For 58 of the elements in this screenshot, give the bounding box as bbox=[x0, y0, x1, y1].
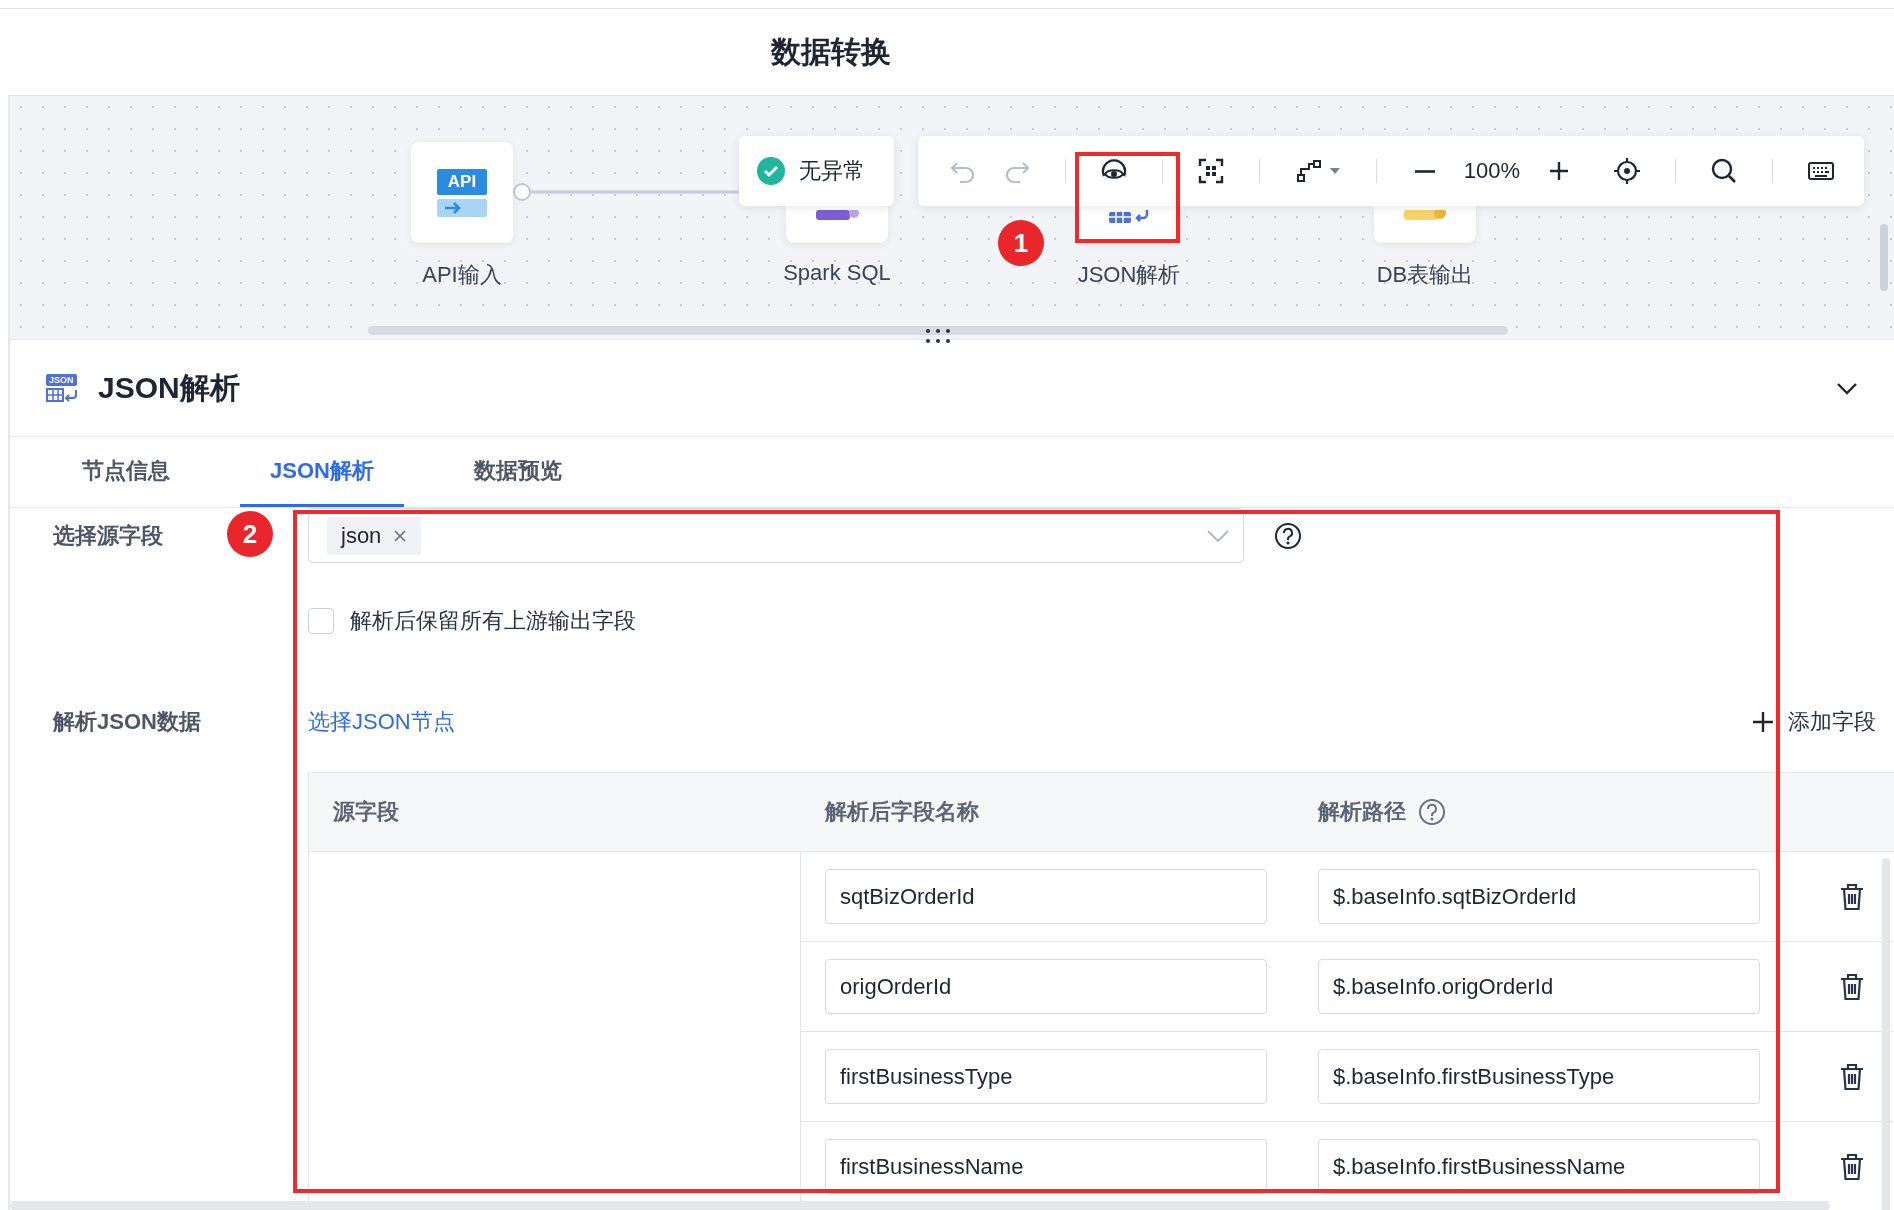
resize-handle-icon[interactable] bbox=[925, 328, 951, 344]
node-label: Spark SQL bbox=[782, 260, 892, 286]
column-header: 解析后字段名称 bbox=[825, 798, 979, 826]
zoom-level: 100% bbox=[1462, 158, 1522, 184]
node-icon bbox=[1402, 210, 1448, 222]
trash-icon bbox=[1839, 1152, 1865, 1181]
path-input[interactable]: $.baseInfo.origOrderId bbox=[1318, 959, 1760, 1014]
flow-node[interactable] bbox=[1374, 206, 1476, 243]
field-label: 选择源字段 bbox=[53, 522, 163, 548]
flow-node[interactable]: API bbox=[411, 142, 513, 243]
horizontal-scrollbar[interactable] bbox=[10, 1201, 1830, 1210]
connector-icon bbox=[1295, 157, 1323, 185]
field-name-input[interactable]: sqtBizOrderId bbox=[825, 869, 1267, 924]
node-label: API输入 bbox=[421, 261, 503, 289]
vertical-scrollbar[interactable] bbox=[1882, 858, 1890, 1210]
field-label: 解析JSON数据 bbox=[53, 709, 201, 734]
vertical-scrollbar[interactable] bbox=[1880, 224, 1888, 291]
trash-icon bbox=[1839, 972, 1865, 1001]
path-input[interactable]: $.baseInfo.firstBusinessName bbox=[1318, 1139, 1760, 1194]
target-icon bbox=[1613, 157, 1641, 185]
column-header: 解析路径 bbox=[1318, 798, 1406, 826]
node-label: DB表输出 bbox=[1375, 261, 1475, 289]
add-field-button[interactable]: 添加字段 bbox=[1752, 707, 1876, 737]
node-label: JSON解析 bbox=[1076, 261, 1182, 289]
tab[interactable]: 数据预览 bbox=[443, 437, 592, 507]
field-name-input[interactable]: firstBusinessName bbox=[825, 1139, 1267, 1194]
fit-screen-icon bbox=[1197, 157, 1225, 185]
panel-title: JSON解析 bbox=[98, 369, 240, 406]
tab[interactable]: 节点信息 bbox=[52, 437, 200, 507]
horizontal-scrollbar[interactable] bbox=[368, 326, 1508, 335]
select-node-link[interactable]: 选择JSON节点 bbox=[308, 707, 455, 737]
plus-icon bbox=[1547, 159, 1571, 183]
checkbox-label: 解析后保留所有上游输出字段 bbox=[350, 607, 636, 635]
close-icon[interactable] bbox=[393, 528, 408, 543]
status-text: 无异常 bbox=[799, 157, 865, 185]
trash-icon bbox=[1839, 1062, 1865, 1091]
flow-node[interactable] bbox=[786, 206, 888, 243]
search-icon bbox=[1710, 157, 1738, 185]
tab[interactable]: JSON解析 bbox=[240, 437, 404, 507]
plus-icon bbox=[1752, 711, 1774, 733]
page-title: 数据转换 bbox=[771, 33, 891, 70]
column-header: 源字段 bbox=[333, 798, 399, 826]
caret-icon bbox=[1329, 167, 1341, 175]
chevron-icon bbox=[1207, 529, 1229, 543]
source-field-select[interactable]: json bbox=[308, 508, 1244, 563]
help-icon[interactable] bbox=[1274, 521, 1302, 550]
keyboard-icon bbox=[1807, 160, 1835, 182]
node-icon bbox=[814, 210, 860, 222]
checkbox[interactable] bbox=[308, 608, 334, 634]
path-input[interactable]: $.baseInfo.sqtBizOrderId bbox=[1318, 869, 1760, 924]
selected-tag: json bbox=[327, 516, 422, 555]
field-name-input[interactable]: firstBusinessType bbox=[825, 1049, 1267, 1104]
table-icon bbox=[1107, 210, 1151, 224]
trash-icon bbox=[1839, 882, 1865, 911]
minus-icon bbox=[1415, 169, 1435, 173]
step-badge: 2 bbox=[227, 511, 273, 557]
path-input[interactable]: $.baseInfo.firstBusinessType bbox=[1318, 1049, 1760, 1104]
field-name-input[interactable]: origOrderId bbox=[825, 959, 1267, 1014]
